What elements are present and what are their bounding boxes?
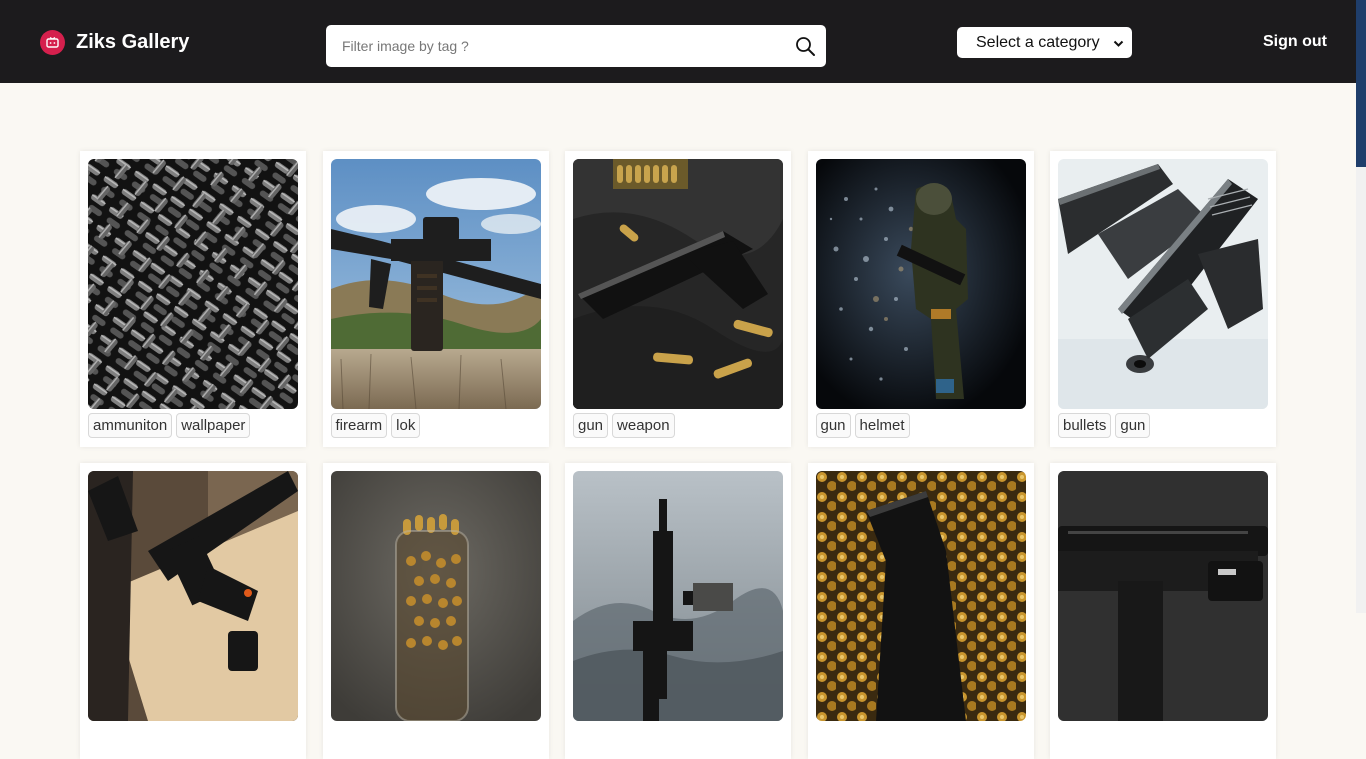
sign-out-link[interactable]: Sign out [1263, 33, 1327, 51]
pistol-with-light-photo-icon [1058, 471, 1268, 721]
tag-list: gun helmet [815, 413, 910, 438]
gallery-image[interactable] [815, 159, 1026, 409]
gallery-card[interactable]: bullets gun [1050, 151, 1276, 447]
gallery-grid: ammuniton wallpaper firearm lok gun weap… [80, 151, 1276, 759]
category-select[interactable]: Select a category [957, 27, 1132, 58]
soldier-dispersion-photo-icon [815, 159, 1026, 409]
gallery-image[interactable] [330, 159, 541, 409]
tag-chip[interactable]: wallpaper [176, 413, 251, 438]
tag-chip[interactable]: gun [815, 413, 851, 438]
gallery-card[interactable]: gun weapon [565, 151, 791, 447]
brand-title: Ziks Gallery [76, 31, 190, 53]
pistol-on-cloth-photo-icon [573, 159, 783, 409]
page-scrollbar[interactable] [1356, 0, 1366, 613]
category-select-value: Select a category [976, 33, 1100, 51]
tag-list: ammuniton wallpaper [88, 413, 251, 438]
search-icon[interactable] [795, 36, 816, 57]
tag-chip[interactable]: weapon [612, 413, 675, 438]
top-navbar: Ziks Gallery Select a category Sign out [0, 0, 1356, 83]
rifle-on-stump-photo-icon [330, 159, 541, 409]
gallery-card[interactable]: firearm lok [322, 151, 549, 447]
tag-chip[interactable]: helmet [854, 413, 910, 438]
tag-chip[interactable]: firearm [330, 413, 388, 438]
gallery-image[interactable] [1058, 471, 1268, 721]
gallery-logo-icon [40, 30, 65, 55]
gallery-image[interactable] [88, 159, 298, 409]
gallery-card[interactable] [807, 463, 1034, 759]
tag-chip[interactable]: gun [1115, 413, 1151, 438]
gallery-image[interactable] [573, 471, 783, 721]
gallery-image[interactable] [573, 159, 783, 409]
tag-chip[interactable]: ammuniton [88, 413, 173, 438]
gallery-card[interactable] [80, 463, 306, 759]
search-input[interactable] [342, 36, 782, 56]
gallery-card[interactable] [322, 463, 549, 759]
gallery-image[interactable] [330, 471, 541, 721]
scrollbar-thumb[interactable] [1356, 0, 1366, 167]
rifle-on-table-photo-icon [88, 471, 298, 721]
tag-list: firearm lok [330, 413, 421, 438]
gallery-image[interactable] [1058, 159, 1268, 409]
tag-list: bullets gun [1058, 413, 1151, 438]
gallery-card[interactable]: ammuniton wallpaper [80, 151, 306, 447]
pistol-on-brass-photo-icon [815, 471, 1026, 721]
brand[interactable]: Ziks Gallery [40, 30, 189, 55]
tag-chip[interactable]: lok [391, 413, 421, 438]
gallery-card[interactable]: gun helmet [807, 151, 1034, 447]
pistol-disassembled-photo-icon [1058, 159, 1268, 409]
tag-chip[interactable]: bullets [1058, 413, 1112, 438]
tag-list: gun weapon [573, 413, 675, 438]
tag-chip[interactable]: gun [573, 413, 609, 438]
rifle-in-fog-photo-icon [573, 471, 783, 721]
gallery-card[interactable] [1050, 463, 1276, 759]
chevron-down-icon [1113, 36, 1124, 47]
search-box [326, 25, 826, 67]
bullets-in-jar-photo-icon [330, 471, 541, 721]
bullets-pile-photo-icon [88, 159, 298, 409]
gallery-image[interactable] [88, 471, 298, 721]
gallery-card[interactable] [565, 463, 791, 759]
gallery-image[interactable] [815, 471, 1026, 721]
